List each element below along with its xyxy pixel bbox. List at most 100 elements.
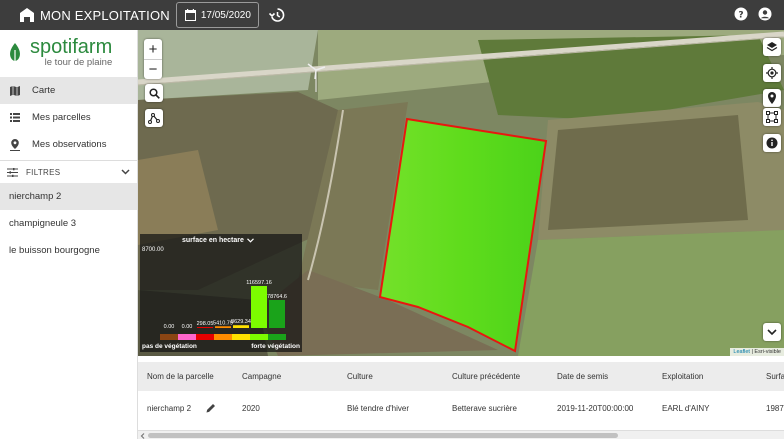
map-search-button[interactable] — [145, 84, 163, 102]
layers-icon — [766, 42, 778, 52]
help-icon: ? — [734, 7, 748, 21]
map-attribution: Leaflet | Esri-visible — [730, 348, 784, 356]
zoom-out-button[interactable]: − — [144, 59, 162, 79]
col-header-nom[interactable]: Nom de la parcelle — [147, 372, 214, 381]
draw-polygon-button[interactable] — [763, 108, 781, 126]
cell-campagne: 2020 — [242, 404, 260, 413]
horizontal-scrollbar[interactable] — [138, 430, 784, 439]
cell-culture-precedente: Betterave sucrière — [452, 404, 517, 413]
draw-polyline-icon — [148, 113, 160, 124]
polygon-select-icon — [766, 111, 778, 123]
legend-bar — [233, 325, 249, 328]
cell-exploitation: EARL d'AINY — [662, 404, 710, 413]
logo-name: spotifarm — [30, 36, 113, 58]
cell-date-semis: 2019-11-20T00:00:00 — [557, 404, 634, 413]
legend-value-label: 298.05 — [197, 321, 214, 327]
crosshair-icon — [766, 67, 778, 79]
legend-value-label: 5410.79 — [213, 320, 233, 326]
nav-item-mes-observations[interactable]: Mes observations — [0, 131, 137, 158]
col-header-date-semis[interactable]: Date de semis — [557, 372, 608, 381]
legend-value-label: 0.00 — [182, 324, 193, 330]
legend-color-swatch — [214, 334, 232, 340]
legend-bar — [215, 326, 231, 328]
draw-line-button[interactable] — [145, 109, 163, 127]
legend-value-label: 78764.6 — [267, 294, 287, 300]
help-button[interactable]: ? — [734, 7, 748, 26]
svg-text:?: ? — [738, 10, 743, 20]
cell-nom: nierchamp 2 — [147, 404, 192, 413]
app-brand[interactable]: MON EXPLOITATION — [18, 7, 170, 23]
legend-left-caption: pas de végétation — [142, 343, 197, 350]
zoom-control: + − — [144, 39, 162, 79]
chevron-down-icon — [121, 169, 130, 175]
search-icon — [148, 87, 160, 99]
legend-color-swatch — [232, 334, 250, 340]
account-icon — [758, 7, 772, 21]
attribution-text: | Esri-visible — [749, 349, 781, 355]
top-bar: MON EXPLOITATION 17/05/2020 ? — [0, 0, 784, 30]
geolocate-button[interactable] — [763, 64, 781, 82]
legend-y-max-label: 8700.00 — [142, 247, 164, 253]
legend-histogram: 8700.00 0.00 0.00 298.05 5410.798629.34 1165… — [142, 247, 287, 340]
col-header-exploitation[interactable]: Exploitation — [662, 372, 703, 381]
vegetation-legend: surface en hectare 8700.00 0.00 0.00 298.0… — [140, 234, 302, 352]
scroll-left-arrow-icon[interactable] — [140, 433, 146, 439]
col-header-culture-precedente[interactable]: Culture précédente — [452, 372, 520, 381]
table-row[interactable]: nierchamp 2 2020 Blé tendre d'hiver Bett… — [138, 393, 784, 423]
chevron-down-icon — [767, 328, 777, 335]
legend-value-label: 116597.16 — [246, 280, 272, 286]
farm-icon — [20, 8, 34, 22]
date-value: 17/05/2020 — [200, 9, 251, 21]
legend-bar — [269, 300, 285, 328]
table-header: Nom de la parcelle Campagne Culture Cult… — [138, 362, 784, 391]
nav-label: Mes parcelles — [32, 112, 91, 123]
leaf-logo-icon — [10, 42, 20, 63]
parcel-table: Nom de la parcelle Campagne Culture Cult… — [138, 356, 784, 439]
filters-label: FILTRES — [26, 167, 61, 177]
sidebar: spotifarm le tour de plaine Carte Mes pa… — [0, 30, 138, 439]
date-picker[interactable]: 17/05/2020 — [175, 2, 259, 28]
nav-item-carte[interactable]: Carte — [0, 77, 137, 104]
leaflet-link[interactable]: Leaflet — [733, 349, 750, 355]
add-marker-button[interactable] — [763, 89, 781, 107]
nav-item-mes-parcelles[interactable]: Mes parcelles — [0, 104, 137, 131]
filter-sliders-icon — [7, 167, 18, 177]
expand-table-button[interactable] — [763, 323, 781, 341]
app-title: MON EXPLOITATION — [40, 7, 170, 23]
nav-label: Mes observations — [32, 139, 107, 150]
account-button[interactable] — [758, 7, 772, 26]
pin-icon — [10, 138, 20, 151]
scrollbar-thumb[interactable] — [148, 433, 618, 438]
history-button[interactable] — [268, 7, 285, 23]
legend-value-label: 8629.34 — [231, 319, 251, 325]
legend-color-swatch — [178, 334, 196, 340]
map-view[interactable]: + − surface en hectare 8700.00 0.00 0.00… — [138, 30, 784, 356]
zoom-in-button[interactable]: + — [144, 39, 162, 59]
farm-item-le-buisson-bourgogne[interactable]: le buisson bourgogne — [0, 237, 137, 264]
edit-pencil-icon[interactable] — [206, 403, 216, 413]
col-header-surface[interactable]: Surfa — [766, 372, 784, 381]
info-icon — [766, 137, 778, 149]
legend-color-swatch — [160, 334, 178, 340]
col-header-campagne[interactable]: Campagne — [242, 372, 281, 381]
legend-color-swatch — [250, 334, 268, 340]
calendar-icon — [184, 9, 196, 21]
info-button[interactable] — [763, 134, 781, 152]
legend-right-caption: forte végétation — [251, 343, 300, 350]
nav-label: Carte — [32, 85, 56, 96]
legend-color-swatch — [268, 334, 286, 340]
cell-culture: Blé tendre d'hiver — [347, 404, 410, 413]
col-header-culture[interactable]: Culture — [347, 372, 373, 381]
logo-tagline: le tour de plaine — [44, 57, 113, 68]
farm-item-nierchamp-2[interactable]: nierchamp 2 — [0, 183, 137, 210]
history-icon — [268, 8, 285, 22]
legend-bar — [197, 327, 213, 328]
spotifarm-logo: spotifarm le tour de plaine — [0, 30, 137, 75]
legend-color-swatch — [196, 334, 214, 340]
layers-button[interactable] — [763, 38, 781, 56]
filters-toggle[interactable]: FILTRES — [0, 160, 137, 183]
legend-value-label: 0.00 — [164, 324, 175, 330]
cell-surface: 1987 — [766, 404, 784, 413]
farm-item-champigneule-3[interactable]: champigneule 3 — [0, 210, 137, 237]
map-icon — [10, 85, 20, 96]
